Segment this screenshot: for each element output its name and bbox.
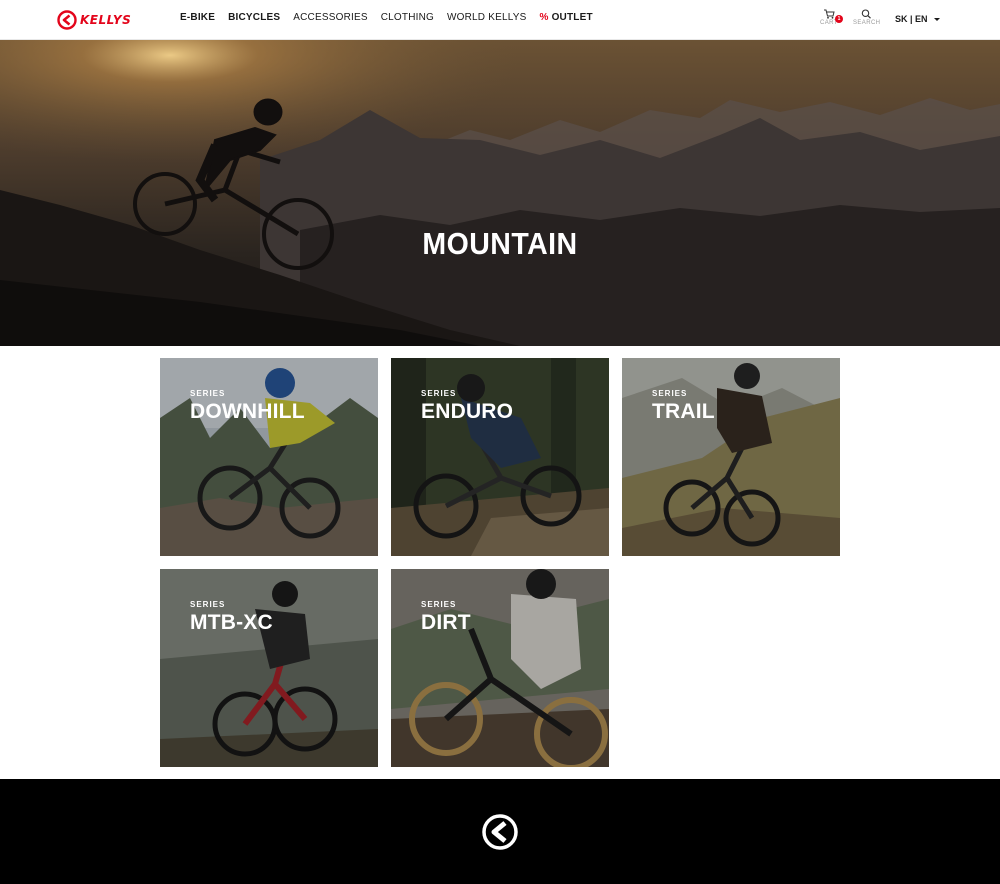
kellys-logo[interactable]: KELLYS xyxy=(57,9,145,31)
series-label: SERIES xyxy=(421,600,457,609)
chevron-down-icon xyxy=(933,17,940,21)
search-label: SEARCH xyxy=(853,20,881,26)
search-icon xyxy=(861,9,872,19)
cart-icon xyxy=(823,9,835,19)
card-overlay xyxy=(160,569,378,767)
series-label: SERIES xyxy=(421,389,457,398)
hero-banner: MOUNTAIN xyxy=(0,40,1000,346)
cart-button[interactable]: 1 CART xyxy=(820,9,843,26)
cart-count-badge: 1 xyxy=(835,15,843,23)
kellys-logo-icon xyxy=(57,10,77,30)
main-nav: E-BIKE BICYCLES ACCESSORIES CLOTHING WOR… xyxy=(180,12,606,23)
series-card-dirt[interactable]: SERIES DIRT xyxy=(391,569,609,767)
site-footer xyxy=(0,779,1000,884)
nav-item-world-kellys[interactable]: WORLD KELLYS xyxy=(447,12,526,23)
card-title: ENDURO xyxy=(421,400,514,423)
series-card-downhill[interactable]: SERIES DOWNHILL xyxy=(160,358,378,556)
brand-wordmark: KELLYS xyxy=(80,13,132,27)
card-overlay xyxy=(622,358,840,556)
card-title: DOWNHILL xyxy=(190,400,305,423)
search-button[interactable]: SEARCH xyxy=(853,9,880,26)
series-label: SERIES xyxy=(652,389,688,398)
language-label: SK | EN xyxy=(895,14,928,24)
series-card-trail[interactable]: SERIES TRAIL xyxy=(622,358,840,556)
page-title: MOUNTAIN xyxy=(422,226,578,261)
kellys-footer-logo-icon[interactable] xyxy=(482,814,518,850)
outlet-percent-icon: % xyxy=(539,12,549,23)
hero-mountain-photo xyxy=(0,40,1000,346)
site-header: KELLYS E-BIKE BICYCLES ACCESSORIES CLOTH… xyxy=(0,0,1000,40)
series-card-mtb-xc[interactable]: SERIES MTB-XC xyxy=(160,569,378,767)
card-overlay xyxy=(391,358,609,556)
nav-item-bicycles[interactable]: BICYCLES xyxy=(228,12,280,23)
series-label: SERIES xyxy=(190,600,226,609)
series-label: SERIES xyxy=(190,389,226,398)
series-card-enduro[interactable]: SERIES ENDURO xyxy=(391,358,609,556)
language-switcher[interactable]: SK | EN xyxy=(895,14,940,24)
nav-item-e-bike[interactable]: E-BIKE xyxy=(180,12,215,23)
nav-item-outlet-label: OUTLET xyxy=(551,12,593,23)
nav-item-clothing[interactable]: CLOTHING xyxy=(381,12,434,23)
card-overlay xyxy=(391,569,609,767)
nav-item-accessories[interactable]: ACCESSORIES xyxy=(293,12,367,23)
card-title: TRAIL xyxy=(652,400,715,423)
card-title: MTB-XC xyxy=(190,611,273,634)
nav-item-outlet[interactable]: % OUTLET xyxy=(539,12,592,23)
card-overlay xyxy=(160,358,378,556)
card-title: DIRT xyxy=(421,611,471,634)
